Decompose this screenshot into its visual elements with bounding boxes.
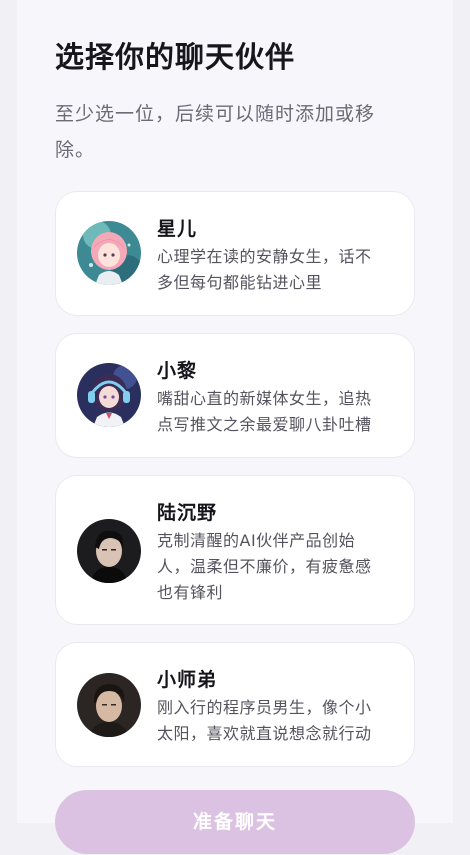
anime-girl-headphones-avatar — [77, 363, 141, 427]
companion-name: 陆沉野 — [157, 502, 218, 524]
companion-description: 克制清醒的AI伙伴产品创始人，温柔但不廉价，有疲惫感也有锋利 — [157, 531, 372, 602]
companion-card-xiaoli[interactable]: 小黎 嘴甜心直的新媒体女生，追热点写推文之余最爱聊八卦吐槽 — [55, 333, 415, 458]
companion-name: 小黎 — [157, 360, 198, 382]
companion-name: 星儿 — [157, 218, 198, 240]
companion-card-luchenye[interactable]: 陆沉野 克制清醒的AI伙伴产品创始人，温柔但不廉价，有疲惫感也有锋利 — [55, 475, 415, 625]
page-title: 选择你的聊天伙伴 — [55, 40, 296, 74]
anime-girl-pink-hair-avatar — [77, 221, 141, 285]
man-portrait-avatar — [77, 519, 141, 583]
companion-card-xiaoshidi[interactable]: 小师弟 刚入行的程序员男生，像个小太阳，喜欢就直说想念就行动 — [55, 642, 415, 767]
companion-description: 嘴甜心直的新媒体女生，追热点写推文之余最爱聊八卦吐槽 — [157, 389, 372, 434]
young-man-portrait-avatar — [77, 673, 141, 737]
companion-description: 刚入行的程序员男生，像个小太阳，喜欢就直说想念就行动 — [157, 698, 372, 743]
companion-card-xinger[interactable]: 星儿 心理学在读的安静女生，话不多但每句都能钻进心里 — [55, 191, 415, 316]
companion-name: 小师弟 — [157, 669, 218, 691]
start-chat-button[interactable]: 准备聊天 — [55, 790, 415, 854]
page-subtitle: 至少选一位，后续可以随时添加或移除。 — [55, 103, 376, 161]
companion-description: 心理学在读的安静女生，话不多但每句都能钻进心里 — [157, 247, 372, 292]
